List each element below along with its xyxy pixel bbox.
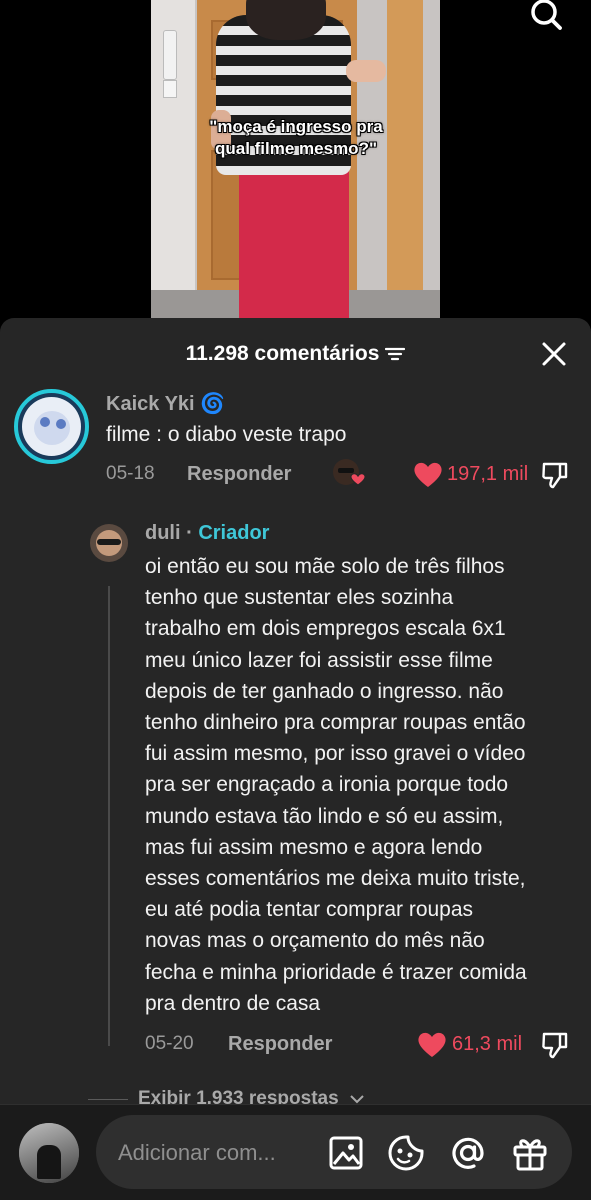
reply-text: oi então eu sou mãe solo de três filhos … (145, 551, 585, 1019)
reply-button[interactable]: Responder (228, 1033, 332, 1056)
comment-avatar[interactable] (14, 389, 89, 464)
comment-username[interactable]: Kaick Yki 🌀 (106, 391, 225, 416)
comment-input-bar: Adicionar com... (0, 1104, 591, 1200)
mention-icon[interactable] (448, 1133, 488, 1173)
reply-text-line: novas mas o orçamento do mês não (145, 929, 485, 953)
sort-filter-icon[interactable] (385, 346, 406, 362)
reply-text-line: depois de ter ganhado o ingresso. não (145, 679, 504, 703)
comment-count-label: 11.298 comentários (185, 342, 380, 365)
comment-input[interactable]: Adicionar com... (96, 1115, 572, 1189)
search-button[interactable] (524, 0, 568, 34)
reply-text-line: esses comentários me deixa muito triste, (145, 867, 526, 891)
video-caption-line: qual filme mesmo?" (214, 139, 378, 158)
current-user-avatar[interactable] (19, 1123, 79, 1183)
close-button[interactable] (538, 338, 570, 370)
video-light-switch (163, 80, 177, 98)
view-replies-dash (88, 1098, 128, 1100)
video-person-head (246, 0, 326, 40)
close-icon (542, 342, 566, 366)
reply-text-line: meu único lazer foi assistir esse filme (145, 648, 493, 672)
reply-text-line: mundo estava tão lindo e só eu assim, (145, 804, 504, 828)
reply-text-line: fecha e minha prioridade é trazer comida (145, 960, 527, 984)
reply-avatar[interactable] (90, 524, 128, 562)
comment-count-title[interactable]: 11.298 comentários (0, 342, 591, 366)
reply-text-line: pra ser engraçado a ironia porque todo (145, 773, 509, 797)
thread-line (108, 586, 110, 1046)
comments-header: 11.298 comentários (0, 318, 591, 388)
video-player[interactable]: "moça é ingresso pra qual filme mesmo?" (0, 0, 591, 330)
video-person-arm (346, 60, 386, 82)
reply-text-line: mas fui assim mesmo e agora lendo (145, 835, 483, 859)
username-emoji: 🌀 (200, 393, 226, 415)
gift-icon[interactable] (510, 1133, 550, 1173)
reply-text-line: trabalho em dois empregos escala 6x1 (145, 617, 506, 641)
reply-username[interactable]: duli · Criador (145, 522, 269, 545)
emoji-sticker-icon[interactable] (386, 1133, 426, 1173)
creator-liked-heart-icon (350, 473, 366, 486)
reply-username-text: duli (145, 522, 181, 544)
like-count: 197,1 mil (447, 463, 529, 485)
username-separator: · (180, 522, 199, 544)
reply-text-line: tenho que sustentar eles sozinha (145, 586, 454, 610)
like-count: 61,3 mil (452, 1033, 523, 1055)
like-heart-icon[interactable] (417, 1031, 447, 1058)
creator-badge: Criador (198, 522, 270, 544)
reply-text-line: eu até podia tentar comprar roupas (145, 898, 474, 922)
dislike-icon[interactable] (540, 460, 570, 490)
video-door-frame (387, 0, 423, 330)
reply-date: 05-20 (145, 1033, 194, 1054)
image-icon[interactable] (326, 1133, 366, 1173)
video-intercom (163, 30, 177, 80)
like-heart-icon[interactable] (413, 461, 443, 488)
video-caption: "moça é ingresso pra qual filme mesmo?" (160, 116, 432, 160)
reply-text-line: oi então eu sou mãe solo de três filhos (145, 555, 505, 578)
video-person-pants (239, 165, 349, 330)
reply-button[interactable]: Responder (187, 463, 291, 486)
video-frame (151, 0, 440, 330)
reply-text-line: fui assim mesmo, por isso gravei o vídeo (145, 742, 526, 766)
reply-text-line: tenho dinheiro pra comprar roupas então (145, 711, 526, 735)
comment-date: 05-18 (106, 463, 155, 484)
dislike-icon[interactable] (540, 1030, 570, 1060)
reply-text-line: pra dentro de casa (145, 991, 321, 1015)
comment-text: filme : o diabo veste trapo (106, 423, 347, 446)
comments-sheet: 11.298 comentários Kaick Yki 🌀 filme: o… (0, 318, 591, 1200)
video-caption-line: "moça é ingresso pra (209, 117, 383, 136)
comment-input-placeholder: Adicionar com... (118, 1140, 276, 1165)
comment-username-text: Kaick Yki (106, 393, 195, 415)
search-icon (531, 0, 562, 30)
